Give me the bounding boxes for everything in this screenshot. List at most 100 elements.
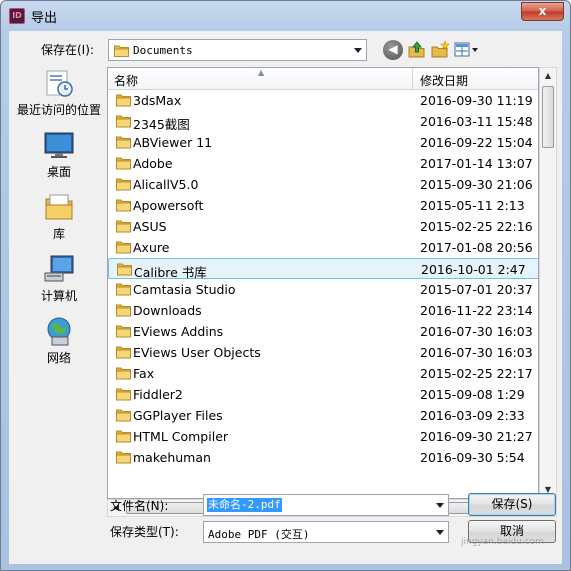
folder-icon [116, 430, 131, 443]
file-date: 2015-09-30 21:06 [420, 177, 533, 192]
folder-icon [114, 45, 129, 57]
filename-input[interactable]: 未命名-2.pdf [203, 494, 449, 516]
file-date: 2015-07-01 20:37 [420, 282, 533, 297]
file-name: Fiddler2 [133, 387, 183, 402]
file-row[interactable]: Fax 2015-02-25 22:17 [108, 363, 538, 384]
file-name: EViews Addins [133, 324, 224, 339]
file-name: GGPlayer Files [133, 408, 223, 423]
file-row[interactable]: 2345截图 2016-03-11 15:48 [108, 111, 538, 132]
filetype-select[interactable]: Adobe PDF (交互) [203, 521, 449, 543]
column-name[interactable]: 名称 [114, 72, 138, 89]
file-row[interactable]: Downloads 2016-11-22 23:14 [108, 300, 538, 321]
folder-icon [116, 115, 131, 128]
file-row[interactable]: Axure 2017-01-08 20:56 [108, 237, 538, 258]
file-date: 2016-03-09 2:33 [420, 408, 525, 423]
libraries-icon [45, 194, 73, 220]
file-name: EViews User Objects [133, 345, 261, 360]
file-row[interactable]: ASUS 2015-02-25 22:16 [108, 216, 538, 237]
export-dialog: ID 导出 x 保存在(I): Documents ◀ 最近访问的位置 桌面 库… [0, 0, 571, 571]
chevron-down-icon[interactable] [436, 503, 444, 508]
folder-icon [117, 263, 132, 276]
back-button[interactable]: ◀ [383, 40, 403, 60]
file-date: 2015-05-11 2:13 [420, 198, 525, 213]
title-bar[interactable]: ID 导出 x [1, 1, 570, 31]
file-name: Apowersoft [133, 198, 204, 213]
file-date: 2015-02-25 22:17 [420, 366, 533, 381]
save-button[interactable]: 保存(S) [468, 493, 556, 516]
chevron-down-icon[interactable] [354, 48, 362, 53]
file-name: AlicallV5.0 [133, 177, 199, 192]
file-name: 3dsMax [133, 93, 182, 108]
file-row[interactable]: Apowersoft 2015-05-11 2:13 [108, 195, 538, 216]
folder-icon [116, 94, 131, 107]
folder-icon [116, 283, 131, 296]
file-name: ABViewer 11 [133, 135, 213, 150]
column-divider[interactable] [412, 68, 413, 90]
network-icon [47, 317, 71, 346]
up-folder-button[interactable] [407, 40, 427, 60]
computer-icon [44, 255, 74, 282]
file-row[interactable]: AlicallV5.0 2015-09-30 21:06 [108, 174, 538, 195]
folder-icon [116, 325, 131, 338]
filetype-value: Adobe PDF (交互) [208, 528, 310, 541]
file-date: 2016-07-30 16:03 [420, 345, 533, 360]
file-row[interactable]: 3dsMax 2016-09-30 11:19 [108, 90, 538, 111]
save-in-value: Documents [133, 44, 193, 57]
folder-icon [116, 451, 131, 464]
filename-value[interactable]: 未命名-2.pdf [207, 498, 282, 512]
folder-icon [116, 409, 131, 422]
chevron-down-icon[interactable] [436, 530, 444, 535]
dialog-body: 保存在(I): Documents ◀ 最近访问的位置 桌面 库 计算机 网络 … [9, 31, 562, 564]
file-name: HTML Compiler [133, 429, 229, 444]
save-in-label: 保存在(I): [41, 43, 94, 57]
file-date: 2017-01-14 13:07 [420, 156, 533, 171]
save-in-combobox[interactable]: Documents [108, 39, 367, 61]
scroll-thumb[interactable] [542, 86, 554, 148]
watermark-text: jingyan.baidu.com [461, 537, 545, 547]
file-row[interactable]: Calibre 书库 2016-10-01 2:47 [108, 258, 538, 280]
file-row[interactable]: makehuman 2016-09-30 5:54 [108, 447, 538, 468]
file-name: Camtasia Studio [133, 282, 236, 297]
file-date: 2016-03-11 15:48 [420, 114, 533, 129]
place-label: 最近访问的位置 [16, 103, 101, 117]
recent-places-icon [46, 70, 73, 97]
file-row[interactable]: GGPlayer Files 2016-03-09 2:33 [108, 405, 538, 426]
column-header: ▲ 名称 修改日期 [108, 68, 538, 90]
folder-icon [116, 220, 131, 233]
folder-icon [116, 178, 131, 191]
file-row[interactable]: EViews Addins 2016-07-30 16:03 [108, 321, 538, 342]
indesign-app-icon: ID [9, 8, 25, 24]
close-button[interactable]: x [521, 2, 564, 21]
file-row[interactable]: Camtasia Studio 2015-07-01 20:37 [108, 279, 538, 300]
column-date-modified[interactable]: 修改日期 [420, 72, 468, 89]
new-folder-button[interactable] [430, 40, 450, 60]
file-date: 2016-09-30 5:54 [420, 450, 525, 465]
folder-icon [116, 304, 131, 317]
desktop-icon [44, 132, 74, 158]
folder-icon [116, 388, 131, 401]
file-name: makehuman [133, 450, 211, 465]
filetype-label: 保存类型(T): [110, 525, 179, 539]
view-menu-button[interactable] [453, 40, 481, 60]
folder-icon [116, 367, 131, 380]
place-label: 库 [52, 227, 65, 241]
folder-icon [116, 157, 131, 170]
file-date: 2016-10-01 2:47 [421, 262, 526, 277]
file-row[interactable]: HTML Compiler 2016-09-30 21:27 [108, 426, 538, 447]
folder-icon [116, 136, 131, 149]
vertical-scrollbar[interactable]: ▲ ▼ [539, 67, 557, 499]
place-label: 计算机 [40, 289, 77, 303]
file-date: 2015-09-08 1:29 [420, 387, 525, 402]
file-row[interactable]: Adobe 2017-01-14 13:07 [108, 153, 538, 174]
file-date: 2016-09-30 21:27 [420, 429, 533, 444]
file-date: 2016-11-22 23:14 [420, 303, 533, 318]
file-list[interactable]: ▲ 名称 修改日期 3dsMax 2016-09-30 11:19 2345截图 20… [107, 67, 539, 499]
file-row[interactable]: ABViewer 11 2016-09-22 15:04 [108, 132, 538, 153]
file-row[interactable]: EViews User Objects 2016-07-30 16:03 [108, 342, 538, 363]
window-title: 导出 [31, 11, 58, 26]
folder-icon [116, 346, 131, 359]
file-name: ASUS [133, 219, 167, 234]
scroll-up-arrow-icon[interactable]: ▲ [540, 68, 556, 84]
file-row[interactable]: Fiddler2 2015-09-08 1:29 [108, 384, 538, 405]
file-date: 2017-01-08 20:56 [420, 240, 533, 255]
